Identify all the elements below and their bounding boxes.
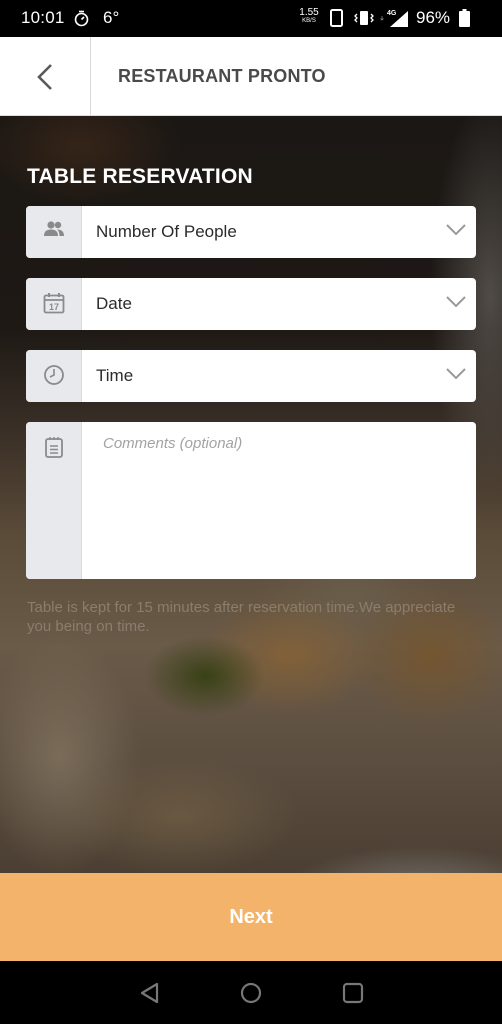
calendar-icon-text: 17 xyxy=(48,302,58,312)
field-icon-box xyxy=(26,350,82,402)
signal-icon: 4G xyxy=(380,10,408,27)
home-circle-icon[interactable] xyxy=(238,980,264,1006)
network-type: 4G xyxy=(387,10,397,17)
system-nav-bar xyxy=(0,961,502,1024)
date-dropdown[interactable]: 17 Date xyxy=(26,278,476,330)
reservation-content: TABLE RESERVATION Number Of People 17 Da… xyxy=(0,116,502,873)
people-icon xyxy=(43,221,64,236)
back-button[interactable] xyxy=(0,37,91,116)
number-of-people-dropdown[interactable]: Number Of People xyxy=(26,206,476,258)
next-button[interactable]: Next xyxy=(0,873,502,961)
comments-field[interactable] xyxy=(26,422,476,579)
back-triangle-icon[interactable] xyxy=(137,980,163,1006)
field-label: Time xyxy=(96,366,134,385)
status-time: 10:01 xyxy=(21,8,65,27)
app-header: RESTAURANT PRONTO xyxy=(0,37,502,116)
battery-percent: 96% xyxy=(416,8,451,27)
battery-icon xyxy=(459,9,470,27)
page-title: RESTAURANT PRONTO xyxy=(118,66,326,86)
next-button-label: Next xyxy=(229,905,273,928)
clock-icon xyxy=(43,365,64,385)
network-speed: 1.55 KB/S xyxy=(298,7,320,25)
chevron-down-icon xyxy=(446,296,466,308)
status-temperature: 6° xyxy=(103,8,120,27)
status-bar: 10:01 6° 1.55 KB/S 4G 96% xyxy=(0,0,502,37)
recents-square-icon[interactable] xyxy=(340,980,366,1006)
field-icon-box: 17 xyxy=(26,278,82,330)
field-icon-box xyxy=(26,206,82,258)
timer-icon xyxy=(74,10,89,27)
network-speed-value: 1.55 xyxy=(299,7,319,18)
network-speed-unit: KB/S xyxy=(302,18,316,24)
field-label: Number Of People xyxy=(96,222,237,241)
time-dropdown[interactable]: Time xyxy=(26,350,476,402)
calendar-icon: 17 xyxy=(43,293,64,314)
field-icon-box xyxy=(26,422,82,579)
field-label: Date xyxy=(96,294,132,313)
reservation-note: Table is kept for 15 minutes after reser… xyxy=(27,599,456,635)
comments-input[interactable] xyxy=(83,422,476,579)
phone-icon xyxy=(330,9,343,27)
chevron-down-icon xyxy=(446,224,466,236)
chevron-left-icon xyxy=(37,63,52,90)
vibrate-icon xyxy=(354,11,374,25)
section-title: TABLE RESERVATION xyxy=(27,165,253,188)
notepad-icon xyxy=(44,437,63,458)
chevron-down-icon xyxy=(446,368,466,380)
